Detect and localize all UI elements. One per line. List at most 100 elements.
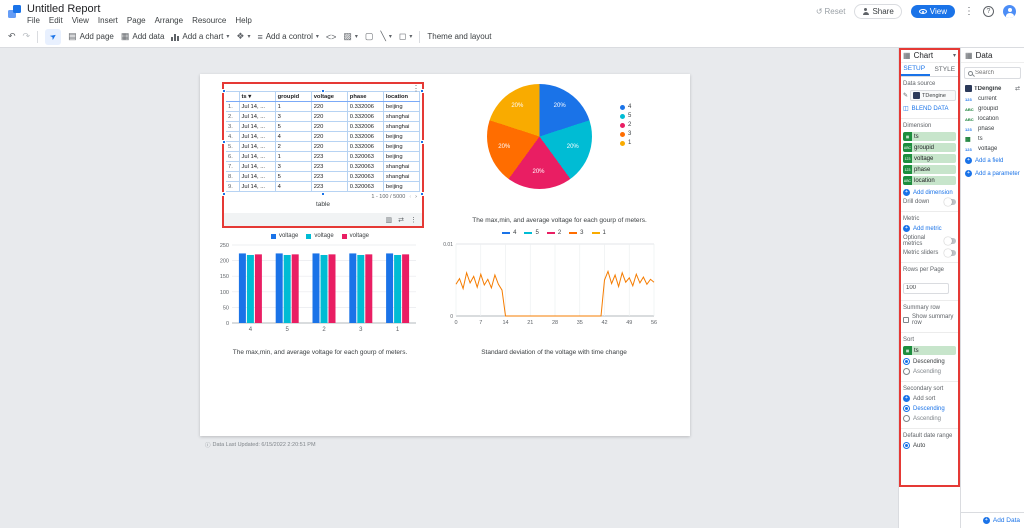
- menu-view[interactable]: View: [72, 16, 89, 25]
- theme-layout-button[interactable]: Theme and layout: [427, 32, 491, 41]
- undo-icon[interactable]: ↶: [8, 31, 16, 42]
- legend-item-3[interactable]: 3: [620, 131, 631, 137]
- column-header-voltage[interactable]: voltage: [310, 91, 348, 102]
- auto-date-range-option[interactable]: Auto: [903, 442, 956, 449]
- menu-page[interactable]: Page: [127, 16, 146, 25]
- metric-sliders-toggle[interactable]: [944, 249, 956, 257]
- chart-more-icon[interactable]: ⋮: [412, 84, 420, 93]
- line-legend-item-3[interactable]: 3: [569, 230, 584, 236]
- menu-file[interactable]: File: [27, 16, 40, 25]
- add-control-button[interactable]: ≡ Add a control ▾: [257, 32, 318, 42]
- chart-panel-header[interactable]: ▦ Chart ▾: [899, 48, 960, 63]
- ascending-radio[interactable]: [903, 368, 910, 375]
- add-dimension-button[interactable]: + Add dimension: [903, 189, 956, 196]
- line-chart-block[interactable]: 4 5 2 3 1 0 0.01 0 7 14 21 28 35 42 49 56 Standard dev…: [440, 229, 668, 358]
- add-metric-button[interactable]: + Add metric: [903, 225, 956, 232]
- sort-field-chip[interactable]: ▦ ts: [903, 346, 956, 355]
- dimension-chip-ts[interactable]: ▦ ts: [903, 132, 956, 141]
- report-page[interactable]: ⋮ ts ▾ groupid voltage phase location 1. Jul 1…: [200, 74, 690, 436]
- data-source-chip[interactable]: TDengine: [910, 90, 956, 101]
- table-chart-block[interactable]: ⋮ ts ▾ groupid voltage phase location 1. Jul 1…: [222, 82, 424, 228]
- add-field-button[interactable]: + Add a field: [961, 154, 1024, 167]
- secondary-descending-option[interactable]: Descending: [903, 405, 956, 412]
- field-voltage[interactable]: 123 voltage: [961, 144, 1024, 154]
- edit-chart-icon[interactable]: ▥: [386, 216, 393, 224]
- edit-data-source-icon[interactable]: ✎: [903, 92, 908, 99]
- dimension-chip-location[interactable]: ABC location: [903, 176, 956, 185]
- sort-ascending-option[interactable]: Ascending: [903, 368, 956, 375]
- column-header-phase[interactable]: phase: [346, 91, 384, 102]
- field-ts[interactable]: ▦ ts: [961, 134, 1024, 144]
- bar-legend-item[interactable]: voltage: [341, 233, 369, 239]
- menu-edit[interactable]: Edit: [49, 16, 63, 25]
- bar-legend-item[interactable]: voltage: [306, 233, 334, 239]
- report-canvas[interactable]: ⋮ ts ▾ groupid voltage phase location 1. Jul 1…: [0, 48, 898, 528]
- field-location[interactable]: ABC location: [961, 114, 1024, 124]
- dimension-chip-phase[interactable]: 123 phase: [903, 165, 956, 174]
- report-title[interactable]: Untitled Report: [27, 3, 100, 15]
- selection-handle[interactable]: [420, 89, 424, 93]
- community-visualizations-button[interactable]: ❖ ▾: [236, 31, 250, 42]
- field-current[interactable]: 123 current: [961, 94, 1024, 104]
- legend-item-2[interactable]: 2: [620, 122, 631, 128]
- ascending-radio[interactable]: [903, 415, 910, 422]
- selection-handle[interactable]: [222, 140, 226, 144]
- tab-setup[interactable]: SETUP: [899, 63, 930, 76]
- secondary-ascending-option[interactable]: Ascending: [903, 415, 956, 422]
- selection-handle[interactable]: [222, 89, 226, 93]
- line-legend-item-4[interactable]: 4: [502, 230, 516, 236]
- image-button[interactable]: ▨ ▾: [343, 31, 358, 42]
- rows-per-page-input[interactable]: [903, 282, 949, 294]
- line-legend-item-1[interactable]: 1: [591, 230, 606, 236]
- selection-handle[interactable]: [420, 140, 424, 144]
- select-tool[interactable]: ➤: [45, 28, 62, 45]
- field-groupid[interactable]: ABC groupid: [961, 104, 1024, 114]
- selection-handle[interactable]: [321, 192, 325, 196]
- sort-descending-option[interactable]: Descending: [903, 358, 956, 365]
- drill-down-toggle[interactable]: [944, 198, 956, 206]
- add-page-button[interactable]: ▤ Add page: [68, 31, 114, 42]
- add-sort-button[interactable]: + Add sort: [903, 395, 956, 402]
- share-button[interactable]: Share: [854, 4, 902, 19]
- line-legend-item-5[interactable]: 5: [524, 230, 539, 236]
- chevron-down-icon[interactable]: ▾: [953, 52, 956, 59]
- menu-help[interactable]: Help: [235, 16, 251, 25]
- bar-chart-block[interactable]: voltage voltage voltage 0 50 100 150 200 250 4 5 2…: [216, 232, 424, 358]
- tab-style[interactable]: STYLE: [930, 63, 961, 76]
- bar-legend-item[interactable]: voltage: [270, 233, 298, 239]
- field-search-box[interactable]: [964, 67, 1021, 79]
- legend-item-1[interactable]: 1: [620, 140, 631, 146]
- frame-icon[interactable]: ▢: [365, 31, 374, 42]
- column-header-ts[interactable]: ts ▾: [238, 91, 276, 102]
- shape-button[interactable]: ◻ ▾: [399, 31, 413, 42]
- reset-button[interactable]: ↺ Reset: [816, 7, 846, 16]
- menu-resource[interactable]: Resource: [192, 16, 226, 25]
- add-parameter-button[interactable]: + Add a parameter: [961, 167, 1024, 180]
- summary-row-checkbox[interactable]: [903, 317, 909, 323]
- selection-handle[interactable]: [222, 192, 226, 196]
- dimension-chip-voltage[interactable]: 123 voltage: [903, 154, 956, 163]
- redo-icon[interactable]: ↷: [23, 31, 31, 42]
- column-header-groupid[interactable]: groupid: [274, 91, 312, 102]
- add-data-button[interactable]: ▦ Add data: [121, 31, 165, 42]
- selection-handle[interactable]: [420, 192, 424, 196]
- add-data-button[interactable]: + Add Data: [961, 512, 1024, 528]
- field-phase[interactable]: 123 phase: [961, 124, 1024, 134]
- menu-insert[interactable]: Insert: [98, 16, 118, 25]
- search-input[interactable]: [975, 70, 1017, 76]
- view-button[interactable]: View: [910, 5, 955, 18]
- auto-radio[interactable]: [903, 442, 910, 449]
- descending-radio[interactable]: [903, 358, 910, 365]
- table-chart[interactable]: ts ▾ groupid voltage phase location 1. Jul 14,…: [226, 91, 421, 192]
- pie-chart-block[interactable]: 4 5 2 3 1 The max,min, and average voltage f…: [452, 76, 667, 226]
- help-icon[interactable]: ?: [983, 6, 994, 17]
- blend-data-button[interactable]: ◫ BLEND DATA: [903, 105, 956, 113]
- chart-footer-more-icon[interactable]: ⋮: [410, 216, 417, 224]
- avatar[interactable]: [1003, 5, 1016, 18]
- show-summary-row[interactable]: Show summary row: [903, 314, 956, 326]
- embed-icon[interactable]: <>: [326, 32, 337, 42]
- legend-item-4[interactable]: 4: [620, 104, 631, 110]
- page-next-icon[interactable]: ›: [415, 194, 417, 200]
- line-legend-item-2[interactable]: 2: [546, 230, 561, 236]
- dimension-chip-groupid[interactable]: ABC groupid: [903, 143, 956, 152]
